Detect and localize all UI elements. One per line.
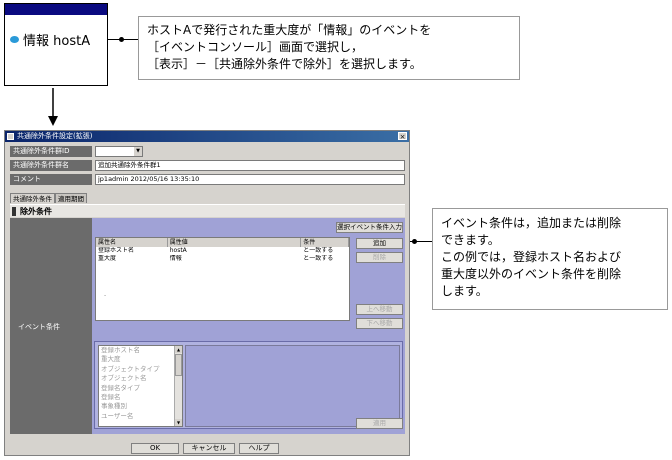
event-condition-label: イベント条件 — [18, 323, 60, 331]
scroll-down-icon[interactable]: ▼ — [175, 419, 182, 426]
table-header: 属性名 属性値 条件 — [96, 238, 349, 247]
comment-label: コメント — [10, 174, 92, 185]
event-item-row: 情報 hostA — [10, 30, 90, 49]
group-id-label: 共通除外条件群ID — [10, 146, 92, 157]
dialog-titlebar: 共通除外条件設定(拡張) × — [5, 131, 409, 142]
condition-table: 属性名 属性値 条件 登録ホスト名 hostA と一致する 重大度 情報 と一致… — [95, 237, 350, 321]
scroll-thumb[interactable] — [175, 354, 182, 376]
group-id-select[interactable]: ▼ — [95, 146, 143, 157]
ok-button[interactable]: OK — [131, 443, 179, 454]
attribute-list-scrollbar[interactable]: ▲ ▼ — [174, 346, 182, 426]
close-button[interactable]: × — [398, 132, 407, 141]
event-item-label: 情報 hostA — [23, 34, 91, 49]
list-item[interactable]: 登録名タイプ — [99, 384, 182, 393]
section-title-text: 除外条件 — [20, 207, 52, 216]
help-button[interactable]: ヘルプ — [239, 443, 279, 454]
window-icon — [7, 133, 14, 140]
down-arrow-icon — [48, 88, 58, 126]
note-right-line: この例では，登録ホスト名および — [441, 250, 622, 264]
note-right-line: します。 — [441, 284, 488, 298]
list-item[interactable]: オブジェクト名 — [99, 374, 182, 383]
move-down-button[interactable]: 下へ移動 — [356, 318, 403, 329]
add-button[interactable]: 追加 — [356, 238, 403, 249]
comment-input[interactable]: jp1admin 2012/05/16 13:35:10 — [95, 174, 405, 185]
note-top-line: ［イベントコンソール］画面で選択し， — [147, 40, 364, 54]
list-item[interactable]: オブジェクトタイプ — [99, 365, 182, 374]
column-header: 属性名 — [96, 238, 168, 247]
apply-button[interactable]: 適用 — [356, 418, 403, 429]
chevron-down-icon[interactable]: ▼ — [134, 147, 142, 156]
list-item[interactable]: 重大度 — [99, 355, 182, 364]
note-top-line: ［表示］－［共通除外条件で除外］を選択します。 — [147, 57, 422, 71]
section-title: 除外条件 — [10, 204, 405, 217]
table-cell: 情報 — [169, 255, 182, 262]
exclusion-condition-dialog: 共通除外条件設定(拡張) × 共通除外条件群ID ▼ 共通除外条件群名 追加共通… — [4, 130, 410, 456]
list-item[interactable]: 事象種別 — [99, 402, 182, 411]
event-condition-label-cell: イベント条件 — [10, 218, 92, 434]
column-header: 属性値 — [168, 238, 302, 247]
note-right-line: できます。 — [441, 233, 500, 247]
attribute-editor-area: 登録ホスト名 重大度 オブジェクトタイプ オブジェクト名 登録名タイプ 登録名 … — [94, 341, 403, 429]
table-row[interactable]: 登録ホスト名 hostA と一致する — [96, 247, 349, 255]
event-condition-panel: 選択イベント条件入力 属性名 属性値 条件 登録ホスト名 hostA と一致する… — [92, 218, 405, 434]
event-item: 情報 hostA — [4, 3, 108, 86]
group-name-row: 共通除外条件群名 追加共通除外条件群1 — [10, 160, 405, 171]
tab-apply-period[interactable]: 適用期間 — [55, 193, 87, 203]
tab-common-exclusion[interactable]: 共通除外条件 — [10, 193, 55, 203]
move-up-button[interactable]: 上へ移動 — [356, 304, 403, 315]
connector-dot-right — [412, 239, 417, 244]
note-right: イベント条件は，追加または削除 できます。 この例では，登録ホスト名および 重大… — [432, 208, 668, 310]
attribute-detail-panel — [185, 345, 400, 427]
delete-button[interactable]: 削除 — [356, 252, 403, 263]
column-header: 条件 — [301, 238, 349, 247]
group-name-label: 共通除外条件群名 — [10, 160, 92, 171]
note-right-line: 重大度以外のイベント条件を削除 — [441, 267, 622, 281]
note-top: ホストAで発行された重大度が「情報」のイベントを ［イベントコンソール］画面で選… — [138, 16, 520, 80]
note-right-line: イベント条件は，追加または削除 — [441, 216, 622, 230]
select-event-input-button[interactable]: 選択イベント条件入力 — [336, 222, 403, 233]
dialog-tabs: 共通除外条件 適用期間 — [10, 193, 87, 203]
info-severity-icon — [10, 36, 19, 43]
comment-row: コメント jp1admin 2012/05/16 13:35:10 — [10, 174, 405, 185]
list-item[interactable]: ユーザー名 — [99, 412, 182, 421]
event-item-header — [5, 4, 107, 15]
scroll-up-icon[interactable]: ▲ — [175, 346, 182, 353]
connector-dot-top — [119, 37, 124, 42]
table-cell: 登録ホスト名 — [98, 247, 135, 254]
list-item[interactable]: 登録ホスト名 — [99, 346, 182, 355]
dialog-title: 共通除外条件設定(拡張) — [17, 132, 93, 140]
table-cell: 重大度 — [98, 255, 117, 262]
attribute-list[interactable]: 登録ホスト名 重大度 オブジェクトタイプ オブジェクト名 登録名タイプ 登録名 … — [98, 345, 183, 427]
table-row[interactable]: 重大度 情報 と一致する — [96, 255, 349, 263]
table-cell: と一致する — [303, 247, 334, 254]
table-cell: hostA — [169, 247, 187, 254]
section-marker — [12, 207, 16, 216]
cancel-button[interactable]: キャンセル — [183, 443, 235, 454]
group-id-row: 共通除外条件群ID ▼ — [10, 146, 143, 157]
table-empty-mark: - — [104, 292, 107, 299]
note-top-line: ホストAで発行された重大度が「情報」のイベントを — [147, 23, 432, 37]
table-cell: と一致する — [303, 255, 334, 262]
group-name-input[interactable]: 追加共通除外条件群1 — [95, 160, 405, 171]
